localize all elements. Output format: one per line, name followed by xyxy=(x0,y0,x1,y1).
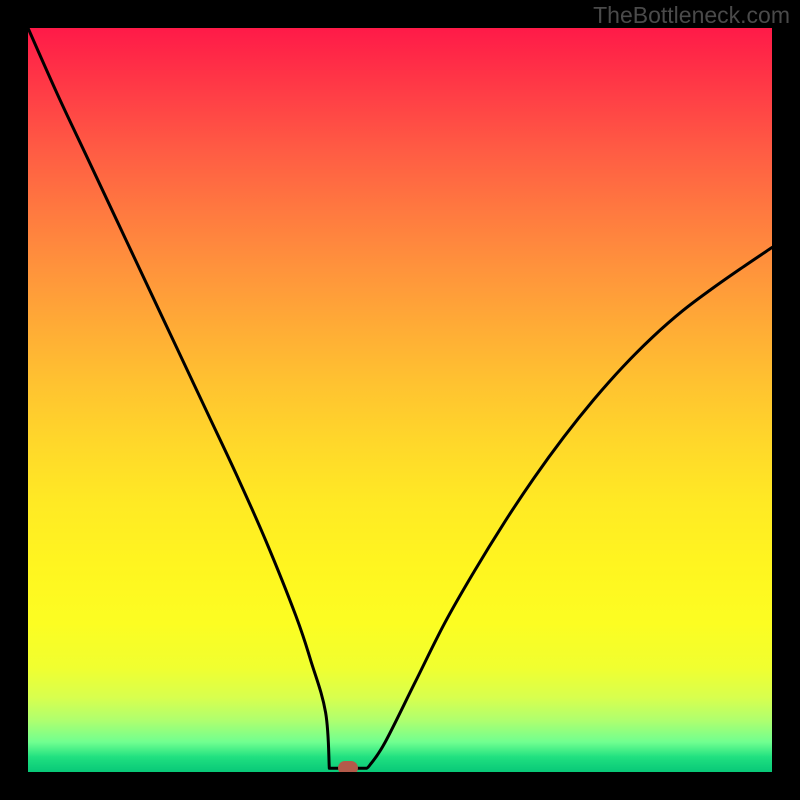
bottleneck-curve xyxy=(28,28,772,772)
plot-area xyxy=(28,28,772,772)
watermark-text: TheBottleneck.com xyxy=(593,2,790,29)
chart-frame: TheBottleneck.com xyxy=(0,0,800,800)
optimal-point-marker xyxy=(338,761,358,772)
